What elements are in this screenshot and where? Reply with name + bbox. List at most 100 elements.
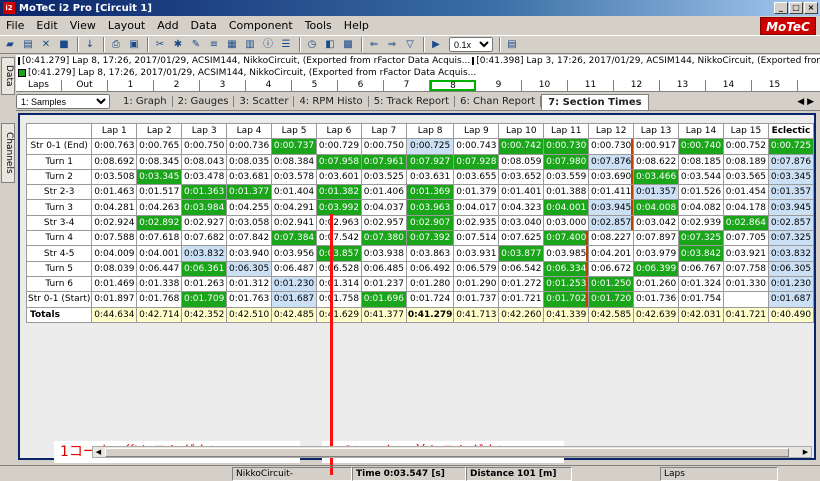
menu-edit[interactable]: Edit [30,19,63,32]
time-cell: 0:07.958 [315,153,362,170]
menu-add[interactable]: Add [151,19,184,32]
totals-label: Totals [25,306,93,323]
scroll-thumb[interactable] [105,448,789,457]
menu-component[interactable]: Component [223,19,299,32]
overlay-icon[interactable]: ◧ [322,37,338,52]
list-icon[interactable]: ☰ [278,37,294,52]
time-cell: 0:08.189 [722,153,769,170]
side-tab-channels[interactable]: Channels [1,123,15,183]
lap-marker[interactable]: 12 [614,80,660,91]
time-cell: 0:03.040 [498,214,545,232]
tab-scatter[interactable]: 3: Scatter [234,96,295,107]
print-icon[interactable]: ⎙ [108,37,124,52]
tab-gauges[interactable]: 2: Gauges [173,96,235,107]
scroll-left-icon[interactable]: ◀ [93,447,104,457]
close-button[interactable]: × [804,2,818,14]
tab-chan-report[interactable]: 6: Chan Report [455,96,542,107]
total-cell: 0:42.639 [633,306,680,323]
properties-icon[interactable]: ▤ [504,37,520,52]
lap-marker[interactable]: 8 [430,80,476,91]
time-cell: 0:01.312 [226,275,273,293]
menu-file[interactable]: File [0,19,30,32]
open-file-icon[interactable]: ▤ [20,37,36,52]
time-cell: 0:02.857 [588,214,635,232]
scroll-right-icon[interactable]: ▶ [800,447,811,457]
menu-help[interactable]: Help [338,19,375,32]
time-cell: 0:01.314 [315,275,362,293]
time-cell: 0:02.864 [722,214,769,232]
play-icon[interactable]: ▶ [428,37,444,52]
time-cell: 0:07.542 [315,230,362,247]
time-cell: 0:00.750 [360,138,407,155]
lap-marker[interactable]: 9 [476,80,522,91]
table-row: Str 0-1 (End) 0:00.763 0:00.765 0:00.750 0:0… [25,138,815,155]
tab-section-times[interactable]: 7: Section Times [541,93,649,110]
time-cell: 0:03.863 [405,245,455,262]
time-cell: 0:08.384 [271,153,317,170]
tab-rpm-histo[interactable]: 4: RPM Histo [294,96,369,107]
row-header: Turn 4 [25,230,93,247]
lap-marker[interactable]: Out [62,80,108,91]
matrix-icon[interactable]: ▩ [340,37,356,52]
time-cell: 0:01.382 [315,184,362,201]
lap-marker[interactable]: 3 [200,80,246,91]
channel-icon[interactable]: ≡ [206,37,222,52]
edit-icon[interactable]: ✎ [188,37,204,52]
time-cell: 0:01.406 [360,184,407,201]
table-row: Str 2-3 0:01.463 0:01.517 0:01.363 0:01.377 0… [25,184,815,201]
tab-graph[interactable]: 1: Graph [118,96,173,107]
laps-ruler[interactable]: Laps Out 1 2 3 4 5 6 7 8 9 10 11 12 13 14 15 [16,80,820,92]
left-side-tabs: Data Channels [0,55,16,465]
time-cell: 0:07.682 [181,230,228,247]
info-icon[interactable]: ⓘ [260,37,276,52]
tab-scroll-arrows-icon[interactable]: ◀ ▶ [797,97,814,107]
close-file-icon[interactable]: ✕ [38,37,54,52]
horizontal-scrollbar[interactable]: ◀ ▶ [92,446,812,458]
maximize-button[interactable]: □ [789,2,803,14]
time-cell: 0:04.201 [588,245,635,262]
table-icon[interactable]: ▥ [242,37,258,52]
menu-tools[interactable]: Tools [299,19,338,32]
time-cell: 0:03.631 [405,168,455,186]
cut-icon[interactable]: ✂ [152,37,168,52]
zoom-select[interactable]: 0.1x [449,37,493,52]
samples-select[interactable]: 1: Samples [16,94,110,109]
forward-icon[interactable]: ⇒ [384,37,400,52]
tab-track-report[interactable]: 5: Track Report [369,96,456,107]
back-icon[interactable]: ⇐ [366,37,382,52]
filter-icon[interactable]: ▽ [402,37,418,52]
lap-marker[interactable]: 10 [522,80,568,91]
lap-marker[interactable]: 7 [384,80,430,91]
time-cell: 0:03.945 [588,199,635,216]
lap-marker[interactable]: 1 [108,80,154,91]
menu-layout[interactable]: Layout [102,19,151,32]
lap-marker[interactable]: 2 [154,80,200,91]
lap-marker[interactable]: 14 [706,80,752,91]
download-icon[interactable]: ↓ [82,37,98,52]
menu-data[interactable]: Data [185,19,223,32]
save-icon[interactable]: ■ [56,37,72,52]
lap-marker[interactable]: 5 [292,80,338,91]
minimize-button[interactable]: _ [774,2,788,14]
column-header: Lap 10 [498,122,545,140]
lap-marker[interactable]: 15 [752,80,798,91]
pin-icon[interactable]: ✱ [170,37,186,52]
time-cell: 0:00.729 [315,138,362,155]
time-cell: 0:01.230 [767,275,815,293]
lap-marker[interactable]: 4 [246,80,292,91]
lap-marker[interactable]: 6 [338,80,384,91]
lap-marker[interactable]: 13 [660,80,706,91]
total-cell: 0:41.339 [543,306,590,323]
grid-icon[interactable]: ▦ [224,37,240,52]
open-folder-icon[interactable]: ▰ [2,37,18,52]
menu-view[interactable]: View [64,19,102,32]
print-preview-icon[interactable]: ▣ [126,37,142,52]
time-cell: 0:08.622 [633,153,680,170]
row-header: Turn 6 [25,275,93,293]
clock-icon[interactable]: ◷ [304,37,320,52]
time-cell: 0:07.400 [543,230,590,247]
time-cell: 0:07.384 [271,230,317,247]
lap-marker[interactable]: 11 [568,80,614,91]
worksheet-tabs: 1: Samples 1: Graph 2: Gauges 3: Scatter… [16,93,820,111]
side-tab-data[interactable]: Data [1,57,15,95]
